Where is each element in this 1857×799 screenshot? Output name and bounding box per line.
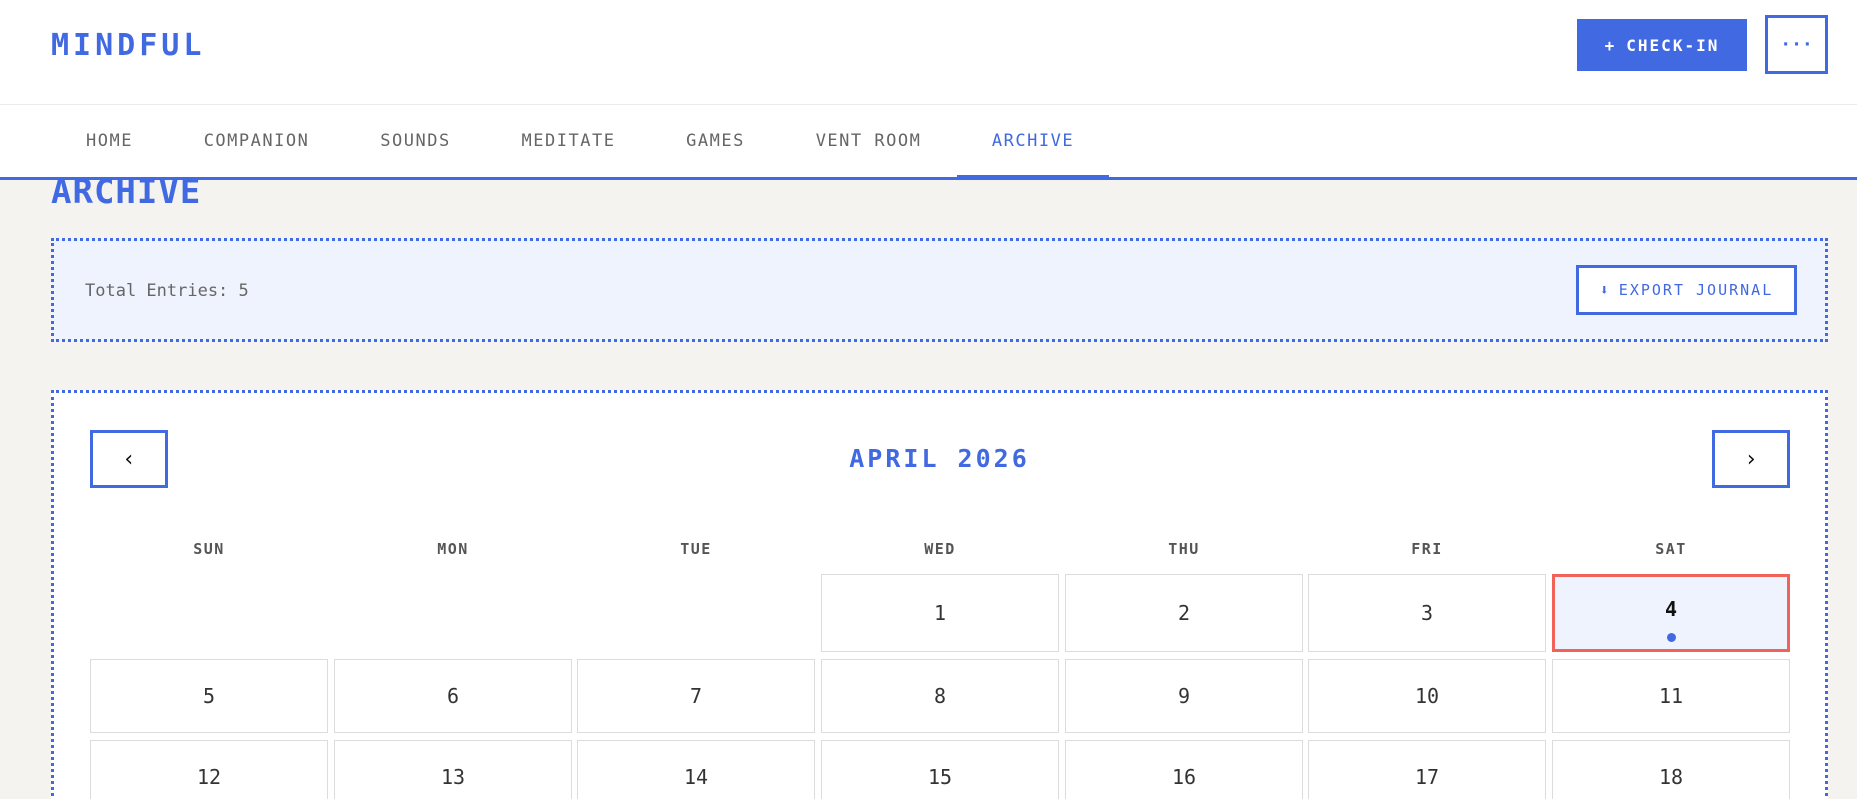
day-number: 10 [1414,684,1440,708]
day-number: 14 [683,765,709,789]
day-number: 2 [1177,601,1191,625]
more-icon: ··· [1780,34,1813,55]
weekday-thu: THU [1168,540,1200,558]
weekday-sat: SAT [1655,540,1687,558]
weekday-mon: MON [437,540,469,558]
tab-companion[interactable]: COMPANION [168,105,345,177]
day-number: 5 [202,684,216,708]
day-number: 3 [1420,601,1434,625]
plus-icon: + [1604,35,1617,55]
archive-calendar: ‹ APRIL 2026 › SUN MON TUE WED THU FRI S… [51,390,1828,799]
day-number: 6 [446,684,460,708]
day-cell[interactable]: 13 [334,740,572,799]
day-cell[interactable]: 11 [1552,659,1790,733]
day-number: 12 [196,765,222,789]
more-options-button[interactable]: ··· [1765,15,1828,74]
main-nav: HOME COMPANION SOUNDS MEDITATE GAMES VEN… [0,105,1857,180]
brand-logo[interactable]: MINDFUL [51,28,205,63]
app-header: MINDFUL + CHECK-IN ··· [0,0,1857,105]
day-cell[interactable]: 3 [1308,574,1546,652]
day-number: 8 [933,684,947,708]
entry-dot-icon [1666,632,1676,642]
total-entries-text: Total Entries: 5 [85,281,249,301]
day-cell[interactable]: 2 [1065,574,1303,652]
check-in-label: CHECK-IN [1626,35,1720,55]
export-journal-label: EXPORT JOURNAL [1618,281,1774,299]
day-number: 11 [1658,684,1684,708]
weekday-fri: FRI [1411,540,1443,558]
weekday-sun: SUN [193,540,225,558]
day-cell[interactable]: 16 [1065,740,1303,799]
check-in-button[interactable]: + CHECK-IN [1577,19,1747,71]
weekday-wed: WED [924,540,956,558]
day-cell[interactable]: 5 [90,659,328,733]
day-cell[interactable]: 14 [577,740,815,799]
download-icon: ⬇ [1599,281,1611,299]
tab-meditate[interactable]: MEDITATE [486,105,651,177]
next-month-button[interactable]: › [1712,430,1790,488]
weekday-tue: TUE [680,540,712,558]
day-number: 15 [927,765,953,789]
day-number: 4 [1664,596,1678,621]
day-number: 7 [689,684,703,708]
chevron-right-icon: › [1744,446,1758,472]
day-cell[interactable]: 8 [821,659,1059,733]
day-number: 13 [440,765,466,789]
day-cell[interactable]: 1 [821,574,1059,652]
day-number: 16 [1171,765,1197,789]
export-journal-button[interactable]: ⬇ EXPORT JOURNAL [1576,265,1797,315]
archive-summary-panel: Total Entries: 5 ⬇ EXPORT JOURNAL [51,238,1828,342]
day-cell[interactable]: 9 [1065,659,1303,733]
tab-vent-room[interactable]: VENT ROOM [780,105,957,177]
day-cell-today[interactable]: 4 [1552,574,1790,652]
day-cell[interactable]: 15 [821,740,1059,799]
day-cell[interactable]: 18 [1552,740,1790,799]
day-cell[interactable]: 6 [334,659,572,733]
day-cell[interactable]: 17 [1308,740,1546,799]
day-number: 17 [1414,765,1440,789]
calendar-month-title: APRIL 2026 [849,444,1030,473]
tab-games[interactable]: GAMES [651,105,780,177]
day-cell[interactable]: 7 [577,659,815,733]
day-number: 1 [933,601,947,625]
tab-archive[interactable]: ARCHIVE [957,105,1109,180]
day-number: 18 [1658,765,1684,789]
tab-home[interactable]: HOME [51,105,168,177]
tab-sounds[interactable]: SOUNDS [345,105,486,177]
day-cell[interactable]: 12 [90,740,328,799]
day-cell[interactable]: 10 [1308,659,1546,733]
day-number: 9 [1177,684,1191,708]
page-title: ARCHIVE [51,172,202,212]
